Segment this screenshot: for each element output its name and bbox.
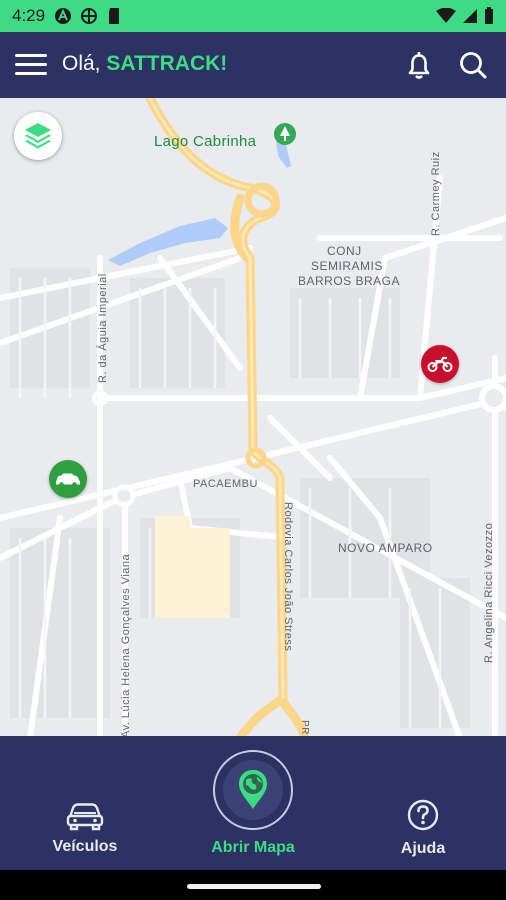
nav-open-map[interactable]: Abrir Mapa bbox=[203, 736, 303, 870]
bottom-navigation: Veículos Abrir Mapa Ajuda bbox=[0, 736, 506, 870]
sd-card-icon bbox=[109, 8, 119, 24]
nav-help[interactable]: Ajuda bbox=[388, 798, 458, 858]
search-icon bbox=[460, 52, 487, 79]
system-navigation-bar bbox=[0, 870, 506, 900]
label-pacaembu: PACAEMBU bbox=[193, 478, 258, 490]
car-icon bbox=[66, 803, 104, 831]
status-notification-icons bbox=[54, 7, 122, 25]
label-semiramis: SEMIRAMIS bbox=[311, 259, 383, 273]
label-novo-amparo: NOVO AMPARO bbox=[338, 541, 433, 555]
status-bar: 4:29 bbox=[0, 0, 506, 32]
label-conj: CONJ bbox=[327, 244, 362, 258]
status-system-icons bbox=[436, 7, 494, 25]
street-pr: PR bbox=[299, 720, 310, 735]
label-lago-cabrinha: Lago Cabrinha bbox=[154, 133, 257, 150]
home-gesture-handle[interactable] bbox=[187, 884, 321, 889]
bell-icon bbox=[408, 52, 430, 79]
map-view[interactable]: Lago Cabrinha CONJ SEMIRAMIS BARROS BRAG… bbox=[0, 98, 506, 736]
street-aguia-imperial: R. da Águia Imperial bbox=[97, 273, 109, 383]
app-notification-icon bbox=[55, 8, 71, 24]
nav-open-map-label: Abrir Mapa bbox=[211, 839, 295, 856]
motorcycle-icon bbox=[427, 356, 453, 372]
street-carmey-ruiz: R. Carmey Ruiz bbox=[430, 151, 442, 236]
street-rodovia: Rodovia Carlos João Stress bbox=[282, 502, 294, 652]
street-angelina: R. Angelina Ricci Vezozzo bbox=[483, 522, 495, 663]
search-button[interactable] bbox=[456, 48, 490, 82]
open-map-inner bbox=[223, 760, 283, 820]
nav-vehicles-label: Veículos bbox=[52, 838, 118, 855]
park-icon bbox=[274, 123, 296, 145]
app-header: Olá, SATTRACK! bbox=[0, 32, 506, 98]
street-lucia-helena: Av. Lúcia Helena Gonçalves Viana bbox=[120, 553, 132, 736]
car-icon bbox=[56, 473, 80, 487]
menu-button[interactable] bbox=[14, 51, 48, 79]
globe-pin-icon bbox=[239, 770, 267, 809]
battery-icon bbox=[485, 7, 493, 24]
notifications-button[interactable] bbox=[402, 48, 436, 82]
user-name: SATTRACK! bbox=[106, 52, 228, 75]
vehicle-marker-car[interactable] bbox=[49, 460, 87, 498]
nav-vehicles[interactable]: Veículos bbox=[40, 798, 130, 856]
greeting: Olá, SATTRACK! bbox=[62, 52, 227, 76]
vpn-icon bbox=[81, 8, 97, 24]
signal-icon bbox=[463, 9, 477, 23]
greeting-prefix: Olá, bbox=[62, 52, 101, 75]
menu-icon bbox=[15, 54, 47, 75]
open-map-circle bbox=[213, 750, 293, 830]
layers-icon bbox=[25, 123, 51, 149]
vehicle-marker-motorcycle[interactable] bbox=[421, 345, 459, 383]
map-layers-button[interactable] bbox=[14, 112, 62, 160]
status-time: 4:29 bbox=[12, 6, 46, 25]
nav-help-label: Ajuda bbox=[400, 840, 446, 857]
help-icon bbox=[407, 799, 439, 831]
label-barros-braga: BARROS BRAGA bbox=[298, 274, 401, 288]
wifi-icon bbox=[436, 8, 456, 23]
